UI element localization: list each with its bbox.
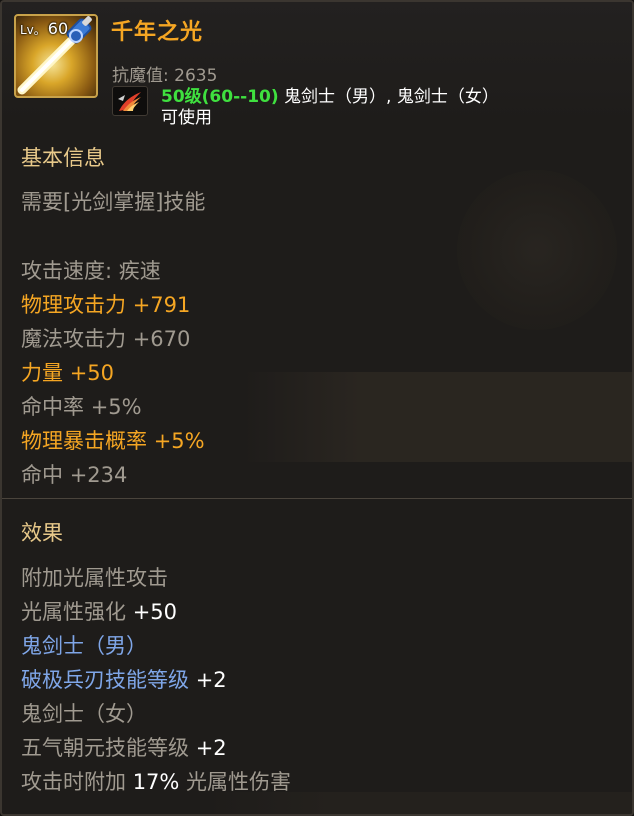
class-icon-slot xyxy=(112,86,148,116)
effect-light-enhance: 光属性强化 +50 xyxy=(21,596,177,626)
stat-label: 魔法攻击力 xyxy=(21,327,133,351)
background-emblem xyxy=(457,170,617,330)
stat-label: 物理暴击概率 xyxy=(21,429,154,453)
attack-speed: 攻击速度: 疾速 xyxy=(21,259,161,283)
stat-value: +50 xyxy=(69,361,115,385)
class-requirement: 鬼剑士（男）, 鬼剑士（女） xyxy=(278,87,499,107)
stat-label: 命中 xyxy=(21,463,70,487)
stat-physical-attack: 物理攻击力 +791 xyxy=(21,289,190,319)
stat-hit-rate: 命中率 +5% xyxy=(21,391,142,421)
item-level-badge: Lv。 60 xyxy=(20,19,68,38)
effect-label: 五气朝元技能等级 xyxy=(21,736,196,760)
effect-class-male: 鬼剑士（男） xyxy=(21,634,147,658)
effect-label: 破极兵刃技能等级 xyxy=(21,668,196,692)
item-tooltip: Lv。 60 千年之光 抗魔值: 2635 50级(60--10) 鬼剑士（男）,… xyxy=(0,0,634,816)
stat-value: +5% xyxy=(90,395,142,419)
effect-value: +50 xyxy=(132,600,178,624)
stat-value: +234 xyxy=(69,463,128,487)
effect-suffix: 光属性伤害 xyxy=(179,770,292,794)
effect-skill-female: 五气朝元技能等级 +2 xyxy=(21,732,227,762)
ghost-swordsman-icon xyxy=(118,92,141,111)
stat-value: +791 xyxy=(132,293,191,317)
item-icon-slot[interactable]: Lv。 60 xyxy=(14,14,98,98)
stat-label: 物理攻击力 xyxy=(21,293,133,317)
level-prefix: Lv。 xyxy=(20,23,46,37)
stat-label: 命中率 xyxy=(21,395,91,419)
effect-value: +2 xyxy=(195,668,227,692)
effect-value: +2 xyxy=(195,736,227,760)
stat-hit: 命中 +234 xyxy=(21,459,127,489)
background-footer-strip xyxy=(202,792,632,814)
effect-value: 17% xyxy=(132,770,180,794)
effects-title: 效果 xyxy=(21,521,63,545)
stat-value: +5% xyxy=(153,429,205,453)
stat-physical-crit: 物理暴击概率 +5% xyxy=(21,425,205,455)
item-level: 60 xyxy=(47,19,69,38)
stat-value: +670 xyxy=(132,327,191,351)
effect-light-attack: 附加光属性攻击 xyxy=(21,566,168,590)
stat-label: 力量 xyxy=(21,361,70,385)
usable-status: 可使用 xyxy=(161,108,212,128)
effect-skill-male: 破极兵刃技能等级 +2 xyxy=(21,664,227,694)
basic-info-title: 基本信息 xyxy=(21,146,105,170)
tooltip-header: Lv。 60 千年之光 抗魔值: 2635 50级(60--10) 鬼剑士（男）,… xyxy=(2,2,632,128)
effect-prefix: 攻击时附加 xyxy=(21,770,133,794)
effect-label: 光属性强化 xyxy=(21,600,133,624)
stat-magic-attack: 魔法攻击力 +670 xyxy=(21,323,190,353)
background-item-strip xyxy=(242,372,632,462)
item-name: 千年之光 xyxy=(111,20,204,45)
section-divider xyxy=(2,498,632,499)
stat-strength: 力量 +50 xyxy=(21,357,114,387)
effect-class-female: 鬼剑士（女） xyxy=(21,702,147,726)
skill-requirement: 需要[光剑掌握]技能 xyxy=(21,190,206,214)
